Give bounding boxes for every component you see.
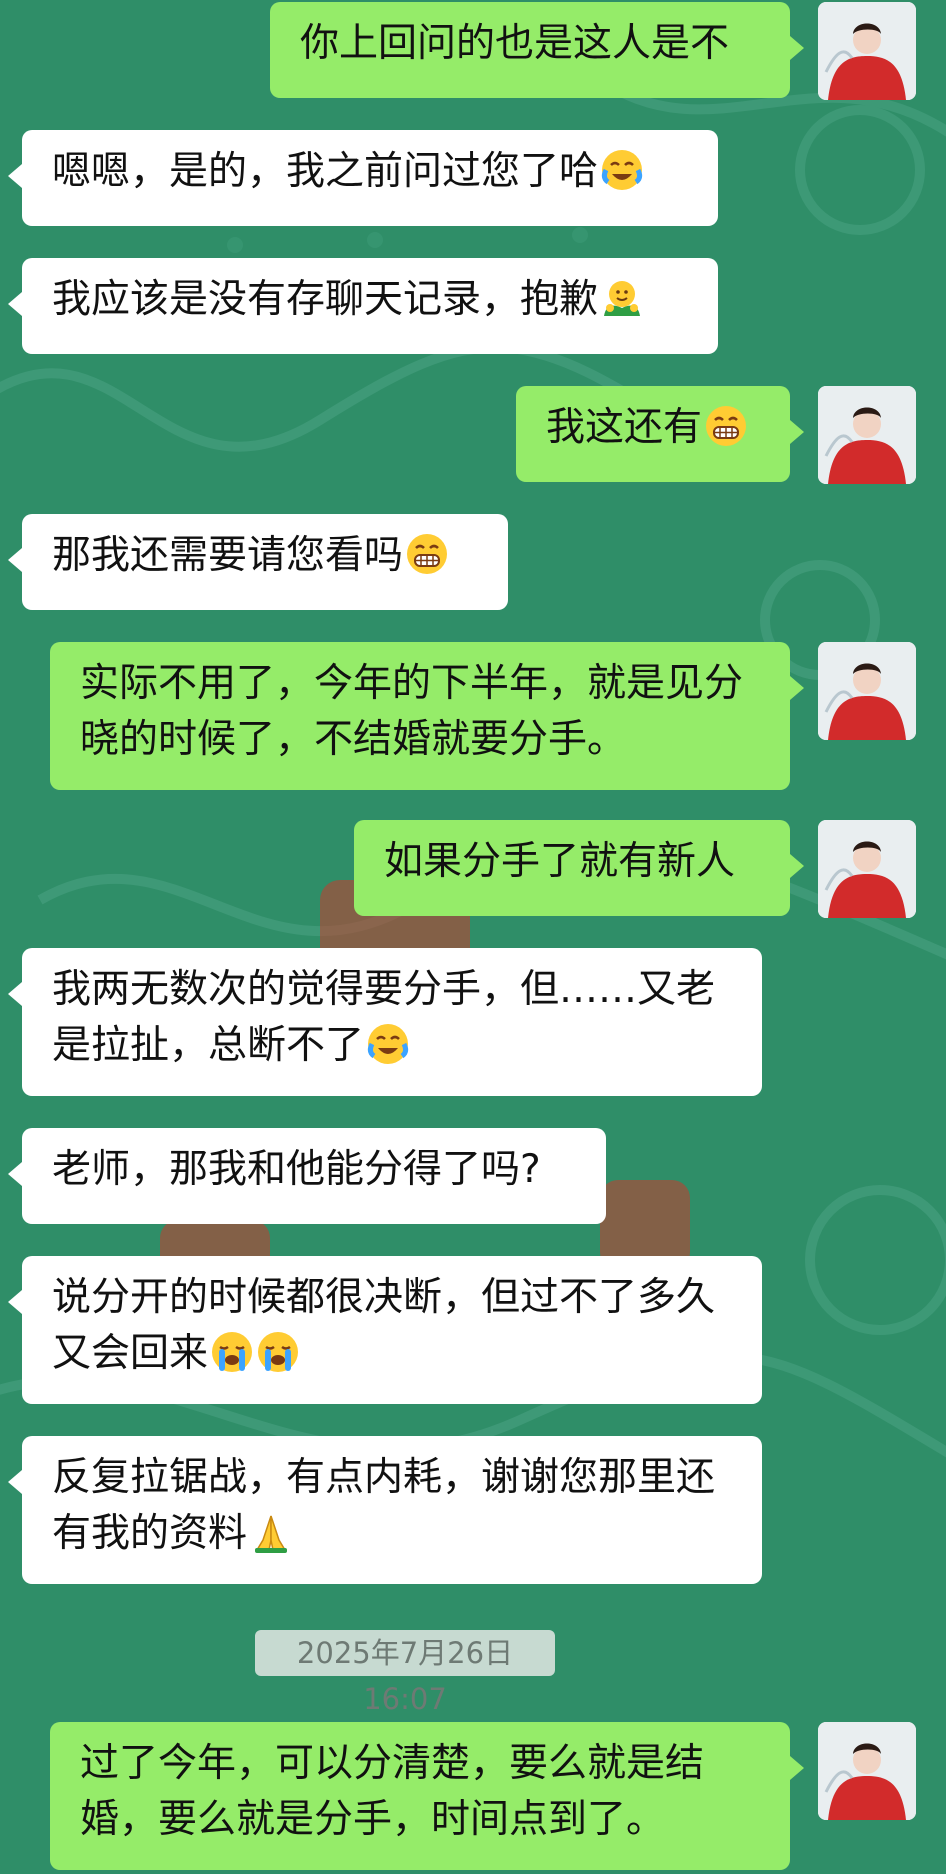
message-bubble-outgoing[interactable]: 过了今年，可以分清楚，要么就是结婚，要么就是分手，时间点到了。 xyxy=(50,1722,804,1870)
message-bubble-outgoing[interactable]: 我这还有 xyxy=(516,386,804,482)
loudly-crying-emoji xyxy=(212,1332,253,1372)
hug-emoji xyxy=(604,281,641,316)
grin-emoji xyxy=(706,406,747,446)
timestamp: 2025年7月26日 16:07 xyxy=(255,1630,555,1716)
message-text: 老师，那我和他能分得了吗? xyxy=(52,1147,541,1192)
avatar-image xyxy=(818,1722,916,1820)
grin-emoji xyxy=(407,534,448,574)
message-bubble-incoming[interactable]: 那我还需要请您看吗 xyxy=(8,514,508,610)
message-text: 说分开的时候都很决断，但过不了多久又会回来 xyxy=(52,1275,716,1376)
message-text: 你上回问的也是这人是不 xyxy=(300,21,730,66)
avatar[interactable] xyxy=(818,2,916,100)
message-bubble-incoming[interactable]: 老师，那我和他能分得了吗? xyxy=(8,1128,606,1224)
avatar[interactable] xyxy=(818,386,916,484)
loudly-crying-emoji xyxy=(258,1332,299,1372)
message-bubble-incoming[interactable]: 我应该是没有存聊天记录，抱歉 xyxy=(8,258,718,354)
folded-hands-emoji xyxy=(255,1515,288,1553)
avatar-image xyxy=(818,642,916,740)
message-text: 过了今年，可以分清楚，要么就是结婚，要么就是分手，时间点到了。 xyxy=(80,1741,705,1842)
avatar[interactable] xyxy=(818,1722,916,1820)
message-text: 嗯嗯，是的，我之前问过您了哈 xyxy=(52,149,599,194)
avatar-image xyxy=(818,820,916,918)
message-text: 我这还有 xyxy=(546,405,703,450)
message-text: 那我还需要请您看吗 xyxy=(52,533,404,578)
message-bubble-incoming[interactable]: 我两无数次的觉得要分手，但……又老是拉扯，总断不了 xyxy=(8,948,762,1096)
message-text: 实际不用了，今年的下半年，就是见分晓的时候了，不结婚就要分手。 xyxy=(80,661,744,762)
message-bubble-incoming[interactable]: 嗯嗯，是的，我之前问过您了哈 xyxy=(8,130,718,226)
message-bubble-outgoing[interactable]: 如果分手了就有新人 xyxy=(354,820,804,916)
message-text: 如果分手了就有新人 xyxy=(384,839,736,884)
crying-laughing-emoji xyxy=(601,150,643,190)
avatar[interactable] xyxy=(818,642,916,740)
crying-laughing-emoji xyxy=(367,1024,409,1064)
message-text: 我应该是没有存聊天记录，抱歉 xyxy=(52,277,599,322)
message-bubble-outgoing[interactable]: 实际不用了，今年的下半年，就是见分晓的时候了，不结婚就要分手。 xyxy=(50,642,804,790)
message-bubble-incoming[interactable]: 说分开的时候都很决断，但过不了多久又会回来 xyxy=(8,1256,762,1404)
avatar-image xyxy=(818,2,916,100)
message-bubble-outgoing[interactable]: 你上回问的也是这人是不 xyxy=(270,2,804,98)
avatar-image xyxy=(818,386,916,484)
avatar[interactable] xyxy=(818,820,916,918)
message-bubble-incoming[interactable]: 反复拉锯战，有点内耗，谢谢您那里还有我的资料 xyxy=(8,1436,762,1584)
message-text: 反复拉锯战，有点内耗，谢谢您那里还有我的资料 xyxy=(52,1455,716,1556)
